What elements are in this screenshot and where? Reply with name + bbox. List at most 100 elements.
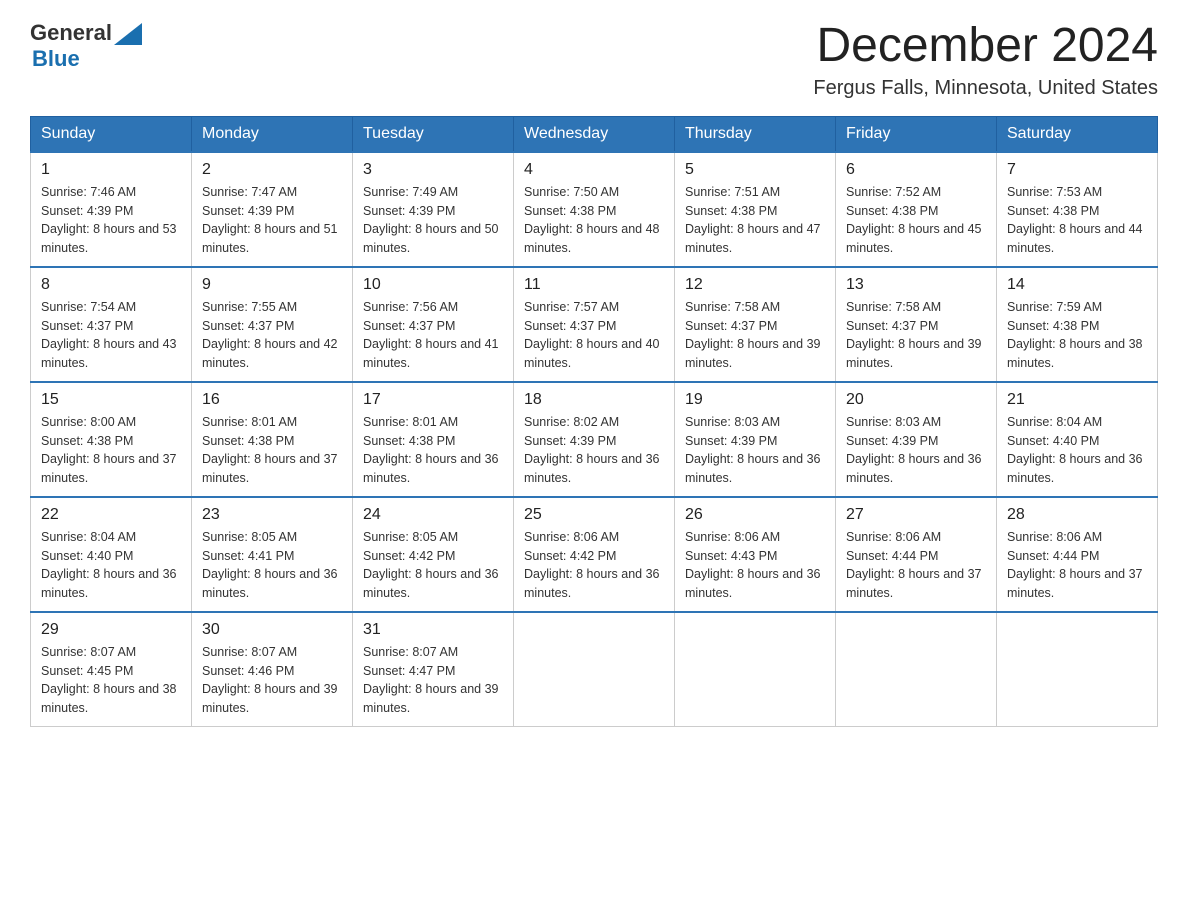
logo-blue-text: Blue bbox=[32, 46, 142, 72]
day-number: 12 bbox=[685, 276, 825, 294]
day-info: Sunrise: 8:00 AMSunset: 4:38 PMDaylight:… bbox=[41, 413, 181, 488]
calendar-cell: 22 Sunrise: 8:04 AMSunset: 4:40 PMDaylig… bbox=[31, 497, 192, 612]
calendar-week-row: 15 Sunrise: 8:00 AMSunset: 4:38 PMDaylig… bbox=[31, 382, 1158, 497]
column-header-tuesday: Tuesday bbox=[353, 116, 514, 152]
day-info: Sunrise: 7:53 AMSunset: 4:38 PMDaylight:… bbox=[1007, 183, 1147, 258]
day-info: Sunrise: 8:05 AMSunset: 4:42 PMDaylight:… bbox=[363, 528, 503, 603]
calendar-cell: 6 Sunrise: 7:52 AMSunset: 4:38 PMDayligh… bbox=[836, 152, 997, 267]
calendar-cell: 20 Sunrise: 8:03 AMSunset: 4:39 PMDaylig… bbox=[836, 382, 997, 497]
calendar-cell: 11 Sunrise: 7:57 AMSunset: 4:37 PMDaylig… bbox=[514, 267, 675, 382]
calendar-cell: 17 Sunrise: 8:01 AMSunset: 4:38 PMDaylig… bbox=[353, 382, 514, 497]
day-info: Sunrise: 7:58 AMSunset: 4:37 PMDaylight:… bbox=[846, 298, 986, 373]
day-info: Sunrise: 7:59 AMSunset: 4:38 PMDaylight:… bbox=[1007, 298, 1147, 373]
day-info: Sunrise: 8:04 AMSunset: 4:40 PMDaylight:… bbox=[41, 528, 181, 603]
calendar-cell: 3 Sunrise: 7:49 AMSunset: 4:39 PMDayligh… bbox=[353, 152, 514, 267]
day-number: 14 bbox=[1007, 276, 1147, 294]
calendar-cell: 16 Sunrise: 8:01 AMSunset: 4:38 PMDaylig… bbox=[192, 382, 353, 497]
day-number: 1 bbox=[41, 161, 181, 179]
day-info: Sunrise: 8:06 AMSunset: 4:44 PMDaylight:… bbox=[1007, 528, 1147, 603]
calendar-cell: 18 Sunrise: 8:02 AMSunset: 4:39 PMDaylig… bbox=[514, 382, 675, 497]
day-number: 27 bbox=[846, 506, 986, 524]
day-number: 17 bbox=[363, 391, 503, 409]
column-header-wednesday: Wednesday bbox=[514, 116, 675, 152]
day-info: Sunrise: 7:49 AMSunset: 4:39 PMDaylight:… bbox=[363, 183, 503, 258]
calendar-cell: 28 Sunrise: 8:06 AMSunset: 4:44 PMDaylig… bbox=[997, 497, 1158, 612]
day-number: 13 bbox=[846, 276, 986, 294]
calendar-cell: 19 Sunrise: 8:03 AMSunset: 4:39 PMDaylig… bbox=[675, 382, 836, 497]
calendar-cell: 9 Sunrise: 7:55 AMSunset: 4:37 PMDayligh… bbox=[192, 267, 353, 382]
day-info: Sunrise: 8:02 AMSunset: 4:39 PMDaylight:… bbox=[524, 413, 664, 488]
column-header-saturday: Saturday bbox=[997, 116, 1158, 152]
day-number: 11 bbox=[524, 276, 664, 294]
day-number: 19 bbox=[685, 391, 825, 409]
day-info: Sunrise: 8:03 AMSunset: 4:39 PMDaylight:… bbox=[846, 413, 986, 488]
day-info: Sunrise: 8:03 AMSunset: 4:39 PMDaylight:… bbox=[685, 413, 825, 488]
day-number: 26 bbox=[685, 506, 825, 524]
day-number: 21 bbox=[1007, 391, 1147, 409]
calendar-cell: 1 Sunrise: 7:46 AMSunset: 4:39 PMDayligh… bbox=[31, 152, 192, 267]
day-info: Sunrise: 7:56 AMSunset: 4:37 PMDaylight:… bbox=[363, 298, 503, 373]
calendar-cell: 30 Sunrise: 8:07 AMSunset: 4:46 PMDaylig… bbox=[192, 612, 353, 727]
calendar-cell: 4 Sunrise: 7:50 AMSunset: 4:38 PMDayligh… bbox=[514, 152, 675, 267]
day-number: 28 bbox=[1007, 506, 1147, 524]
day-info: Sunrise: 7:46 AMSunset: 4:39 PMDaylight:… bbox=[41, 183, 181, 258]
location-subtitle: Fergus Falls, Minnesota, United States bbox=[813, 77, 1158, 100]
calendar-cell: 5 Sunrise: 7:51 AMSunset: 4:38 PMDayligh… bbox=[675, 152, 836, 267]
day-info: Sunrise: 8:06 AMSunset: 4:44 PMDaylight:… bbox=[846, 528, 986, 603]
calendar-cell bbox=[997, 612, 1158, 727]
calendar-cell: 2 Sunrise: 7:47 AMSunset: 4:39 PMDayligh… bbox=[192, 152, 353, 267]
calendar-header-row: SundayMondayTuesdayWednesdayThursdayFrid… bbox=[31, 116, 1158, 152]
day-info: Sunrise: 7:52 AMSunset: 4:38 PMDaylight:… bbox=[846, 183, 986, 258]
day-number: 31 bbox=[363, 621, 503, 639]
day-info: Sunrise: 8:07 AMSunset: 4:46 PMDaylight:… bbox=[202, 643, 342, 718]
day-info: Sunrise: 8:05 AMSunset: 4:41 PMDaylight:… bbox=[202, 528, 342, 603]
calendar-week-row: 1 Sunrise: 7:46 AMSunset: 4:39 PMDayligh… bbox=[31, 152, 1158, 267]
calendar-cell: 13 Sunrise: 7:58 AMSunset: 4:37 PMDaylig… bbox=[836, 267, 997, 382]
calendar-table: SundayMondayTuesdayWednesdayThursdayFrid… bbox=[30, 116, 1158, 727]
day-number: 7 bbox=[1007, 161, 1147, 179]
day-info: Sunrise: 8:01 AMSunset: 4:38 PMDaylight:… bbox=[202, 413, 342, 488]
calendar-cell: 10 Sunrise: 7:56 AMSunset: 4:37 PMDaylig… bbox=[353, 267, 514, 382]
day-info: Sunrise: 7:51 AMSunset: 4:38 PMDaylight:… bbox=[685, 183, 825, 258]
day-number: 4 bbox=[524, 161, 664, 179]
calendar-cell: 12 Sunrise: 7:58 AMSunset: 4:37 PMDaylig… bbox=[675, 267, 836, 382]
day-number: 23 bbox=[202, 506, 342, 524]
logo-general-text: General bbox=[30, 20, 112, 46]
day-number: 30 bbox=[202, 621, 342, 639]
day-info: Sunrise: 8:06 AMSunset: 4:43 PMDaylight:… bbox=[685, 528, 825, 603]
calendar-cell: 25 Sunrise: 8:06 AMSunset: 4:42 PMDaylig… bbox=[514, 497, 675, 612]
calendar-week-row: 22 Sunrise: 8:04 AMSunset: 4:40 PMDaylig… bbox=[31, 497, 1158, 612]
day-info: Sunrise: 7:54 AMSunset: 4:37 PMDaylight:… bbox=[41, 298, 181, 373]
calendar-cell bbox=[836, 612, 997, 727]
calendar-cell bbox=[675, 612, 836, 727]
day-number: 10 bbox=[363, 276, 503, 294]
calendar-week-row: 29 Sunrise: 8:07 AMSunset: 4:45 PMDaylig… bbox=[31, 612, 1158, 727]
day-info: Sunrise: 7:57 AMSunset: 4:37 PMDaylight:… bbox=[524, 298, 664, 373]
day-info: Sunrise: 7:55 AMSunset: 4:37 PMDaylight:… bbox=[202, 298, 342, 373]
day-info: Sunrise: 7:50 AMSunset: 4:38 PMDaylight:… bbox=[524, 183, 664, 258]
day-number: 9 bbox=[202, 276, 342, 294]
day-number: 2 bbox=[202, 161, 342, 179]
month-title: December 2024 bbox=[813, 20, 1158, 73]
day-number: 15 bbox=[41, 391, 181, 409]
column-header-sunday: Sunday bbox=[31, 116, 192, 152]
day-info: Sunrise: 8:07 AMSunset: 4:45 PMDaylight:… bbox=[41, 643, 181, 718]
day-number: 6 bbox=[846, 161, 986, 179]
day-info: Sunrise: 8:01 AMSunset: 4:38 PMDaylight:… bbox=[363, 413, 503, 488]
day-info: Sunrise: 7:47 AMSunset: 4:39 PMDaylight:… bbox=[202, 183, 342, 258]
calendar-cell: 24 Sunrise: 8:05 AMSunset: 4:42 PMDaylig… bbox=[353, 497, 514, 612]
column-header-thursday: Thursday bbox=[675, 116, 836, 152]
day-number: 25 bbox=[524, 506, 664, 524]
column-header-friday: Friday bbox=[836, 116, 997, 152]
day-info: Sunrise: 8:04 AMSunset: 4:40 PMDaylight:… bbox=[1007, 413, 1147, 488]
day-info: Sunrise: 8:07 AMSunset: 4:47 PMDaylight:… bbox=[363, 643, 503, 718]
calendar-cell: 14 Sunrise: 7:59 AMSunset: 4:38 PMDaylig… bbox=[997, 267, 1158, 382]
day-info: Sunrise: 7:58 AMSunset: 4:37 PMDaylight:… bbox=[685, 298, 825, 373]
calendar-cell: 26 Sunrise: 8:06 AMSunset: 4:43 PMDaylig… bbox=[675, 497, 836, 612]
calendar-cell: 21 Sunrise: 8:04 AMSunset: 4:40 PMDaylig… bbox=[997, 382, 1158, 497]
calendar-cell: 7 Sunrise: 7:53 AMSunset: 4:38 PMDayligh… bbox=[997, 152, 1158, 267]
calendar-cell: 8 Sunrise: 7:54 AMSunset: 4:37 PMDayligh… bbox=[31, 267, 192, 382]
column-header-monday: Monday bbox=[192, 116, 353, 152]
calendar-cell: 15 Sunrise: 8:00 AMSunset: 4:38 PMDaylig… bbox=[31, 382, 192, 497]
page-header: General Blue December 2024 Fergus Falls,… bbox=[30, 20, 1158, 100]
